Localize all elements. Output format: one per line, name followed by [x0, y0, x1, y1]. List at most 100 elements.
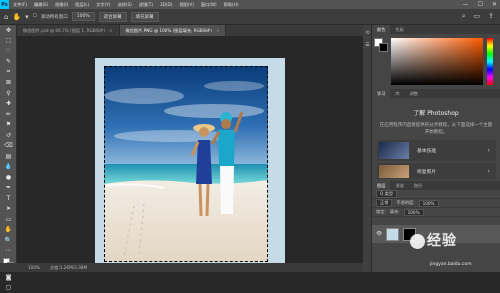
- shape-tool-icon[interactable]: ▭: [0, 214, 17, 225]
- tab-channels[interactable]: 通道: [390, 181, 408, 190]
- more-tools-icon[interactable]: ⋯: [0, 246, 17, 257]
- canvas-area[interactable]: [17, 36, 363, 263]
- tutorial-thumbnail: [379, 165, 409, 178]
- menu-file[interactable]: 文件(F): [13, 2, 27, 8]
- blend-mode-select[interactable]: 正常: [376, 199, 392, 207]
- menu-edit[interactable]: 编辑(E): [34, 2, 48, 8]
- tutorial-card-basic[interactable]: 基本技能 ›: [377, 140, 496, 161]
- close-window-button[interactable]: ✕: [492, 0, 497, 9]
- menu-select[interactable]: 选择(S): [117, 2, 131, 8]
- blur-tool-icon[interactable]: 💧: [0, 162, 17, 173]
- screen-mode-icon[interactable]: ▢: [0, 283, 17, 293]
- hand-tool-icon[interactable]: ✋: [12, 13, 21, 21]
- color-picker-field[interactable]: [391, 38, 483, 85]
- learn-panel-tabs: 学习 库 调整: [372, 89, 500, 98]
- tab-color[interactable]: 颜色: [372, 25, 390, 34]
- quick-mask-icon[interactable]: ◙: [0, 272, 17, 283]
- status-zoom[interactable]: 100%: [28, 265, 40, 270]
- menu-bar: Ps 文件(F) 编辑(E) 图像(I) 图层(L) 文字(Y) 选择(S) 滤…: [0, 0, 500, 9]
- fill-label: 填充:: [390, 209, 400, 215]
- watermark-url: jingyan.baidu.com: [430, 262, 472, 267]
- dodge-tool-icon[interactable]: ●: [0, 172, 17, 183]
- hue-slider[interactable]: [487, 38, 493, 85]
- menu-image[interactable]: 图像(I): [55, 2, 68, 8]
- home-icon[interactable]: ⌂: [4, 13, 8, 21]
- eye-icon[interactable]: 👁: [376, 231, 382, 237]
- history-panel-icon[interactable]: ⟲: [363, 28, 372, 37]
- tab-adjustments[interactable]: 调整: [405, 89, 423, 98]
- color-panel-swatches[interactable]: [374, 38, 388, 52]
- tab-layers[interactable]: 图层: [372, 181, 390, 190]
- background-color[interactable]: [379, 43, 388, 52]
- quick-select-tool-icon[interactable]: ✎: [0, 57, 17, 68]
- scroll-all-label: 滚动所有窗口: [41, 14, 68, 20]
- layer-thumbnail: [386, 228, 399, 241]
- color-panel: 颜色 色板: [372, 25, 500, 89]
- color-panel-tabs: 颜色 色板: [372, 25, 500, 34]
- tab-paths[interactable]: 路径: [409, 181, 427, 190]
- tools-panel: ✥ ⬚ ➰ ✎ ⌗ ⊠ ⚲ ✚ ✏ ⚑ ↺ ⌫ ▤ 💧 ● ✒ T ➤ ▭ ✋ …: [0, 25, 17, 263]
- properties-panel-icon[interactable]: ☰: [363, 40, 372, 49]
- close-tab-icon[interactable]: ×: [109, 28, 113, 33]
- menu-help[interactable]: 帮助(H): [224, 2, 239, 8]
- healing-brush-tool-icon[interactable]: ✚: [0, 99, 17, 110]
- baidu-paw-icon: [410, 234, 425, 249]
- zoom-tool-icon[interactable]: 🔍: [0, 235, 17, 246]
- window-controls: — ☐ ✕: [463, 0, 497, 9]
- opacity-field[interactable]: 100%: [419, 200, 439, 207]
- menu-type[interactable]: 文字(Y): [96, 2, 110, 8]
- document-tabs: 微信图片.psd @ 66.7% (图层 1, RGB/8#)× 微信图片.PN…: [17, 25, 363, 36]
- clone-stamp-tool-icon[interactable]: ⚑: [0, 120, 17, 131]
- pen-tool-icon[interactable]: ✒: [0, 183, 17, 194]
- type-tool-icon[interactable]: T: [0, 193, 17, 204]
- frame-tool-icon[interactable]: ⊠: [0, 78, 17, 89]
- document-canvas[interactable]: [95, 58, 285, 270]
- minimize-button[interactable]: —: [463, 0, 469, 9]
- options-bar: ⌂ ✋ ▾ ☐ 滚动所有窗口 100% 适合屏幕 填充屏幕 ⌕ ▭ ⇪: [0, 9, 500, 25]
- menu-3d[interactable]: 3D(D): [160, 2, 172, 7]
- gradient-tool-icon[interactable]: ▤: [0, 151, 17, 162]
- layer-kind-filter[interactable]: Q 类型: [376, 190, 397, 198]
- opacity-label: 不透明度:: [396, 200, 414, 206]
- share-icon[interactable]: ⇪: [488, 12, 494, 21]
- tab-document-1[interactable]: 微信图片.psd @ 66.7% (图层 1, RGB/8#)×: [17, 25, 120, 36]
- fit-screen-button[interactable]: 适合屏幕: [99, 12, 127, 22]
- menu-window[interactable]: 窗口(W): [201, 2, 217, 8]
- path-select-tool-icon[interactable]: ➤: [0, 204, 17, 215]
- fill-field[interactable]: 100%: [404, 209, 424, 216]
- tab-libraries[interactable]: 库: [390, 89, 404, 98]
- hand-tool-icon[interactable]: ✋: [0, 225, 17, 236]
- collapsed-panels-strip: ⟲ ☰: [363, 25, 372, 272]
- move-tool-icon[interactable]: ✥: [0, 25, 17, 36]
- search-icon[interactable]: ⌕: [462, 12, 466, 21]
- dropdown-caret-icon[interactable]: ▾: [25, 13, 29, 21]
- menu-layer[interactable]: 图层(L): [75, 2, 89, 8]
- eraser-tool-icon[interactable]: ⌫: [0, 141, 17, 152]
- eyedropper-tool-icon[interactable]: ⚲: [0, 88, 17, 99]
- history-brush-tool-icon[interactable]: ↺: [0, 130, 17, 141]
- marquee-tool-icon[interactable]: ⬚: [0, 36, 17, 47]
- tab-learn[interactable]: 学习: [372, 89, 390, 98]
- lasso-tool-icon[interactable]: ➰: [0, 46, 17, 57]
- tab-swatches[interactable]: 色板: [390, 25, 408, 34]
- learn-description: 在应用程序内直接提供的分步教程。从下面选择一个主题开始教程。: [372, 122, 500, 136]
- zoom-100-button[interactable]: 100%: [72, 12, 95, 21]
- fill-screen-button[interactable]: 填充屏幕: [131, 12, 159, 22]
- brush-tool-icon[interactable]: ✏: [0, 109, 17, 120]
- photoshop-logo: Ps: [0, 0, 9, 9]
- baidu-jingyan-watermark: 经验: [410, 230, 457, 250]
- learn-panel: 学习 库 调整 了解 Photoshop 在应用程序内直接提供的分步教程。从下面…: [372, 89, 500, 181]
- scroll-all-checkbox[interactable]: ☐: [33, 14, 37, 19]
- tab-document-2[interactable]: 微信图片.PNG @ 100% (图层填充, RGB/8#)×: [120, 25, 227, 36]
- menu-view[interactable]: 视图(V): [179, 2, 194, 8]
- menu-filter[interactable]: 滤镜(T): [139, 2, 153, 8]
- options-right: ⌕ ▭ ⇪: [462, 12, 494, 21]
- workspace-icon[interactable]: ▭: [474, 12, 481, 21]
- maximize-button[interactable]: ☐: [478, 0, 483, 9]
- tutorial-thumbnail: [379, 142, 409, 159]
- crop-tool-icon[interactable]: ⌗: [0, 67, 17, 78]
- chevron-right-icon: ›: [488, 168, 490, 175]
- learn-title: 了解 Photoshop: [372, 108, 500, 117]
- tutorial-card-fix-photo[interactable]: 修复照片 ›: [377, 163, 496, 179]
- close-tab-icon[interactable]: ×: [216, 28, 220, 33]
